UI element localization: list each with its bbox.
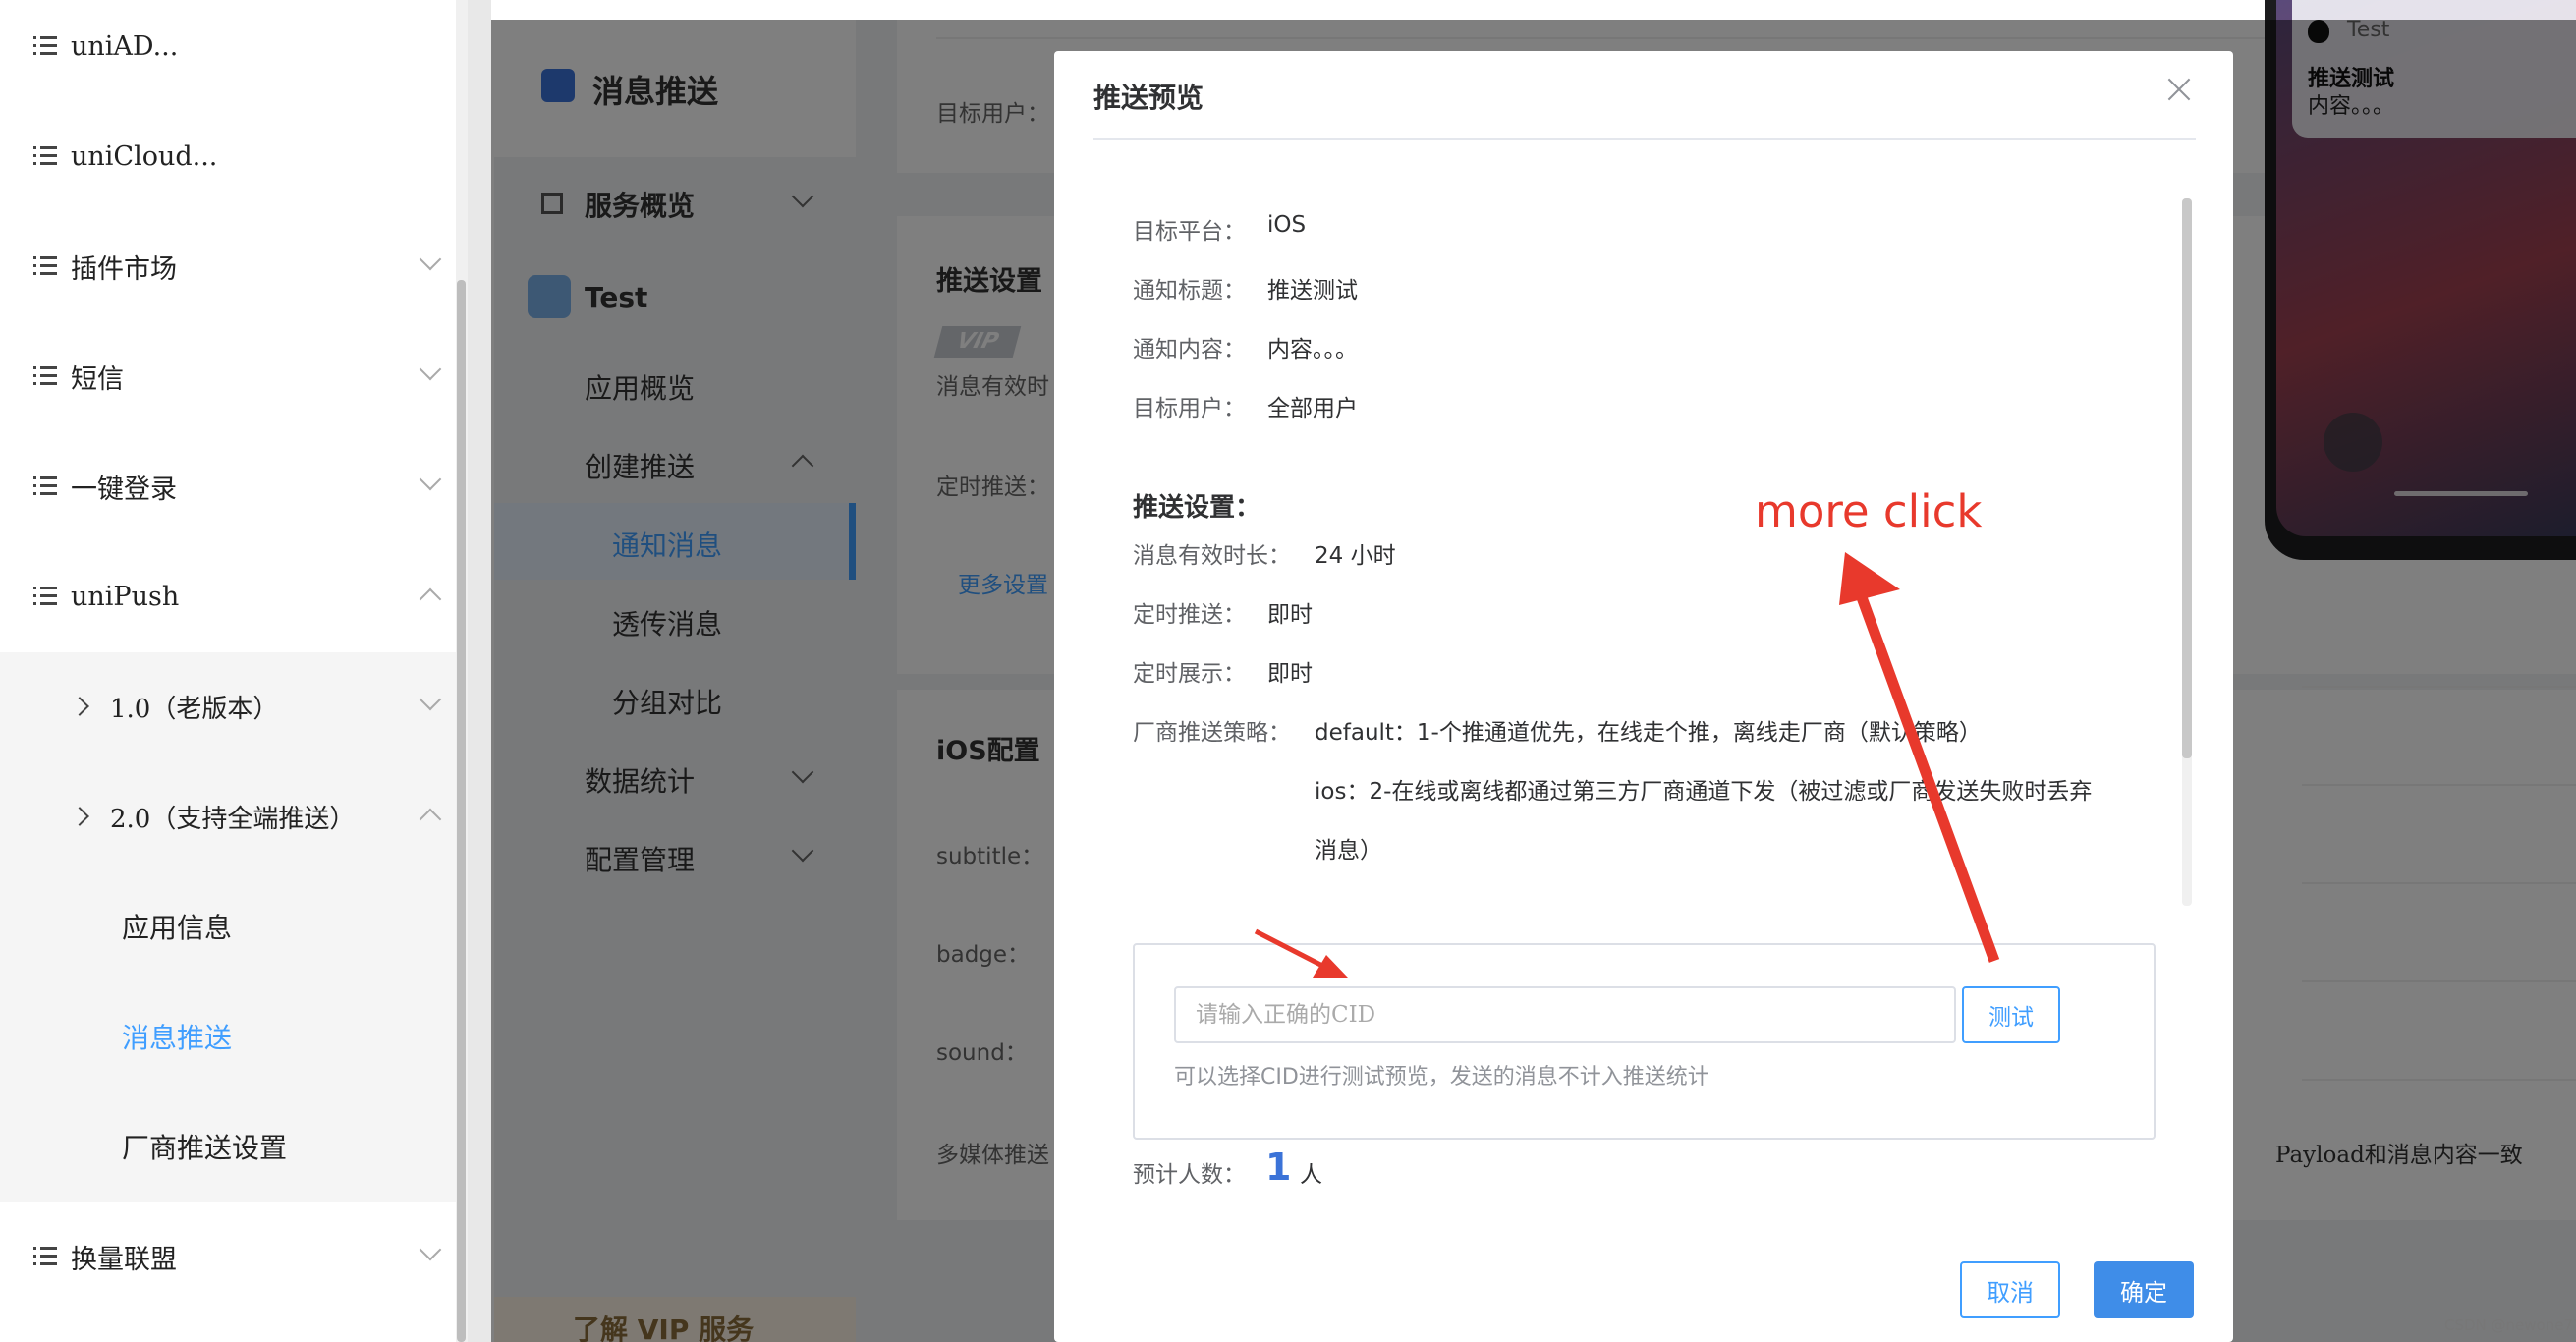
annotation-arrows — [1254, 552, 2000, 978]
arrow-to-cid-input — [1254, 928, 1348, 978]
arrow-head — [1839, 552, 1900, 605]
arrow-shaft — [1254, 928, 1330, 972]
arrow-shaft — [1853, 587, 2000, 963]
watermark: CSDN @newone77 — [2444, 1316, 2576, 1334]
arrow-head — [1313, 955, 1348, 978]
annotation-text: more click — [1755, 485, 1983, 537]
arrow-to-more-click — [1839, 552, 2000, 963]
